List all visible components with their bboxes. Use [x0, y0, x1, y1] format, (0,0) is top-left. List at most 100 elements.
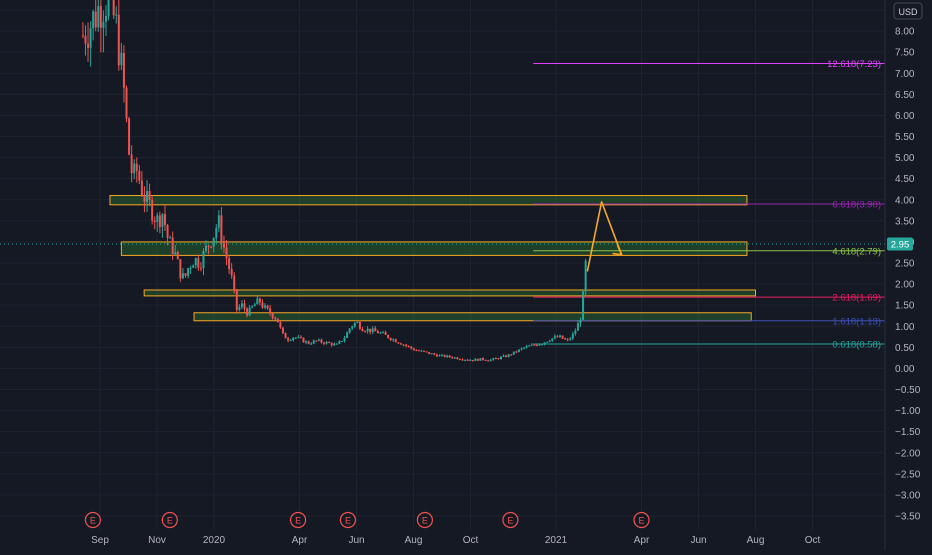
earnings-marker-label[interactable]: E [422, 516, 428, 526]
candle-body [482, 358, 485, 360]
candle-body [305, 341, 308, 343]
candle-body [184, 273, 187, 276]
candle-body [210, 246, 213, 248]
currency-badge[interactable]: USD [898, 7, 918, 17]
candle-body [502, 355, 505, 357]
candle-body [474, 358, 477, 361]
earnings-marker-label[interactable]: E [345, 516, 351, 526]
candle-body [423, 350, 426, 352]
candle-body [122, 52, 125, 88]
candle-body [148, 190, 151, 201]
earnings-marker-label[interactable]: E [90, 516, 96, 526]
candle-body [125, 87, 128, 119]
candle-body [248, 307, 251, 316]
earnings-marker-label[interactable]: E [638, 516, 644, 526]
x-tick-label: Aug [747, 535, 765, 546]
candle-body [297, 336, 300, 338]
candle-body [166, 225, 169, 239]
candle-body [461, 359, 464, 361]
earnings-marker-label[interactable]: E [295, 516, 301, 526]
candle-body [551, 338, 554, 341]
candle-body [389, 338, 392, 341]
candle-body [256, 298, 259, 305]
last-price-tag: 2.95 [891, 239, 910, 250]
candle-body [371, 328, 374, 333]
x-tick-label: Jun [348, 535, 364, 546]
fib-level-label: 4.618(2.79) [832, 246, 881, 257]
candle-body [510, 354, 513, 356]
candle-body [579, 319, 582, 324]
candle-body [315, 340, 318, 342]
candle-body [517, 349, 520, 352]
candle-body [156, 215, 159, 222]
candle-body [479, 358, 482, 361]
candle-body [192, 265, 195, 268]
price-chart[interactable]: 0.618(0.58) 1.618(1.13) 2.618(1.69) 4.618(2… [0, 0, 932, 550]
candle-body [146, 190, 149, 202]
candle-body [369, 328, 372, 333]
x-tick-label: Oct [463, 535, 479, 546]
candle-body [530, 344, 533, 346]
candle-body [412, 348, 415, 351]
candle-body [143, 195, 146, 202]
y-tick-label: 0.00 [895, 364, 915, 375]
candle-body [361, 328, 364, 332]
candle-body [194, 258, 197, 266]
candle-body [107, 0, 110, 16]
candle-body [171, 237, 174, 255]
y-tick-label: 5.50 [895, 132, 915, 143]
candle-body [520, 348, 523, 350]
earnings-marker-label[interactable]: E [167, 516, 173, 526]
candle-body [376, 331, 379, 334]
candle-body [140, 180, 143, 196]
candle-body [553, 336, 556, 339]
candle-body [117, 14, 120, 66]
candle-body [558, 335, 561, 338]
y-tick-label: −3.50 [895, 512, 921, 523]
arrow-layer [586, 201, 623, 272]
candle-body [564, 338, 567, 340]
candle-body [153, 220, 156, 222]
candle-body [269, 308, 272, 314]
fib-level-label: 12.618(7.23) [827, 59, 881, 70]
candle-body [87, 43, 90, 48]
earnings-marker-label[interactable]: E [507, 516, 513, 526]
candle-body [338, 341, 341, 344]
candle-body [582, 291, 585, 320]
candle-body [348, 328, 351, 333]
candle-body [279, 322, 282, 328]
y-tick-label: 5.00 [895, 153, 915, 164]
candle-body [310, 343, 313, 345]
candle-body [115, 14, 118, 16]
candle-body [266, 305, 269, 309]
candle-body [287, 338, 290, 341]
candle-body [379, 332, 382, 334]
candle-body [228, 258, 231, 269]
candle-body [402, 344, 405, 346]
candle-body [392, 339, 395, 341]
candle-body [202, 250, 205, 268]
candle-body [323, 342, 326, 344]
candle-body [163, 214, 166, 226]
candle-body [405, 344, 408, 346]
y-tick-label: 0.50 [895, 343, 915, 354]
candle-body [425, 351, 428, 353]
x-tick-label: Sep [91, 535, 109, 546]
candle-body [92, 11, 95, 29]
grid-layer [0, 0, 885, 530]
chart-canvas[interactable]: 0.618(0.58) 1.618(1.13) 2.618(1.69) 4.618(2… [0, 0, 932, 550]
candle-body [356, 321, 359, 323]
candle-body [258, 298, 261, 303]
candle-body [410, 346, 413, 349]
candle-body [271, 313, 274, 318]
candle-body [476, 358, 479, 361]
x-tick-label: Jun [690, 535, 706, 546]
candle-body [541, 344, 544, 346]
y-tick-label: −1.00 [895, 406, 921, 417]
candle-body [251, 306, 254, 308]
candle-body [151, 200, 154, 221]
candle-body [397, 342, 400, 344]
candle-body [538, 344, 541, 346]
candle-body [364, 331, 367, 333]
candle-body [399, 343, 402, 345]
